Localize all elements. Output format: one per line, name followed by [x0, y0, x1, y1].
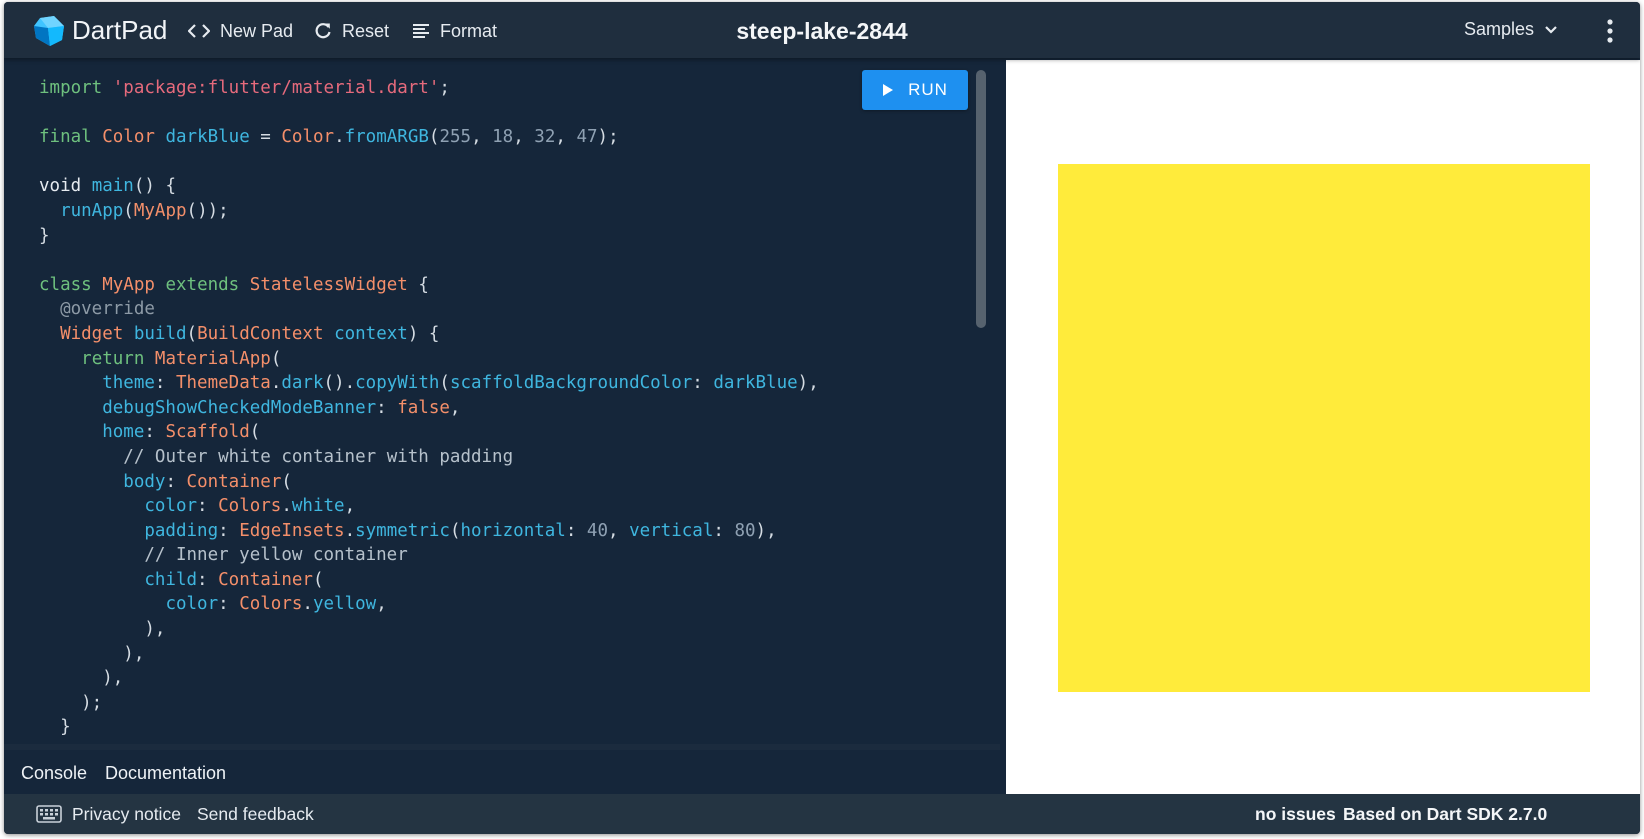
code-line: theme: ThemeData.dark().copyWith(scaffol…	[102, 373, 819, 394]
code-line: ),	[39, 619, 166, 640]
new-pad-button[interactable]: New Pad	[188, 19, 293, 43]
dart-logo-icon	[34, 16, 64, 46]
app-header: DartPad New Pad Reset Format steep-lake-…	[4, 2, 1640, 58]
code-line: // Outer white container with padding	[123, 446, 514, 467]
format-label: Format	[440, 20, 498, 41]
code-line: runApp(MyApp());	[60, 200, 229, 221]
code-line: color: Colors.yellow,	[165, 594, 387, 615]
code-line: // Inner yellow container	[144, 545, 408, 566]
tab-console[interactable]: Console	[21, 763, 87, 784]
code-line: body: Container(	[123, 471, 292, 492]
code-line: @override	[60, 299, 155, 320]
code-line: class MyApp extends StatelessWidget {	[39, 274, 429, 295]
yellow-container	[1058, 164, 1590, 692]
code-line: child: Container(	[144, 569, 324, 590]
code-text[interactable]: import 'package:flutter/material.dart'; …	[39, 76, 819, 740]
tab-documentation[interactable]: Documentation	[105, 763, 226, 784]
code-line: color: Colors.white,	[144, 496, 356, 517]
play-icon	[883, 84, 894, 96]
samples-label: Samples	[1464, 19, 1535, 39]
format-lines-icon	[413, 24, 429, 38]
code-line: debugShowCheckedModeBanner: false,	[102, 397, 461, 418]
code-line: return MaterialApp(	[81, 348, 282, 369]
code-line: ),	[39, 643, 145, 664]
samples-dropdown[interactable]: Samples	[1464, 19, 1558, 40]
send-feedback-link[interactable]: Send feedback	[197, 804, 314, 825]
issues-status: no issues	[1255, 804, 1336, 824]
privacy-notice-link[interactable]: Privacy notice	[72, 804, 181, 825]
code-line: padding: EdgeInsets.symmetric(horizontal…	[144, 520, 777, 541]
more-vert-icon[interactable]	[1598, 18, 1622, 44]
code-line: }	[39, 225, 50, 246]
chevron-down-icon	[1545, 25, 1557, 34]
run-label: RUN	[908, 80, 948, 99]
bottom-tabs: Console Documentation	[4, 744, 1000, 794]
code-line: Widget build(BuildContext context) {	[60, 323, 440, 344]
refresh-icon	[315, 23, 331, 39]
reset-button[interactable]: Reset	[314, 19, 389, 43]
code-line: );	[39, 692, 103, 713]
keyboard-icon[interactable]	[36, 805, 62, 823]
sdk-version: Based on Dart SDK 2.7.0	[1343, 804, 1548, 824]
code-line: final Color darkBlue = Color.fromARGB(25…	[39, 127, 619, 148]
code-editor[interactable]: import 'package:flutter/material.dart'; …	[4, 58, 1000, 744]
new-pad-label: New Pad	[220, 20, 294, 41]
output-panel	[1006, 60, 1640, 794]
format-button[interactable]: Format	[412, 19, 497, 43]
code-line: }	[39, 717, 71, 738]
code-line: void main() {	[39, 176, 177, 197]
code-line: ),	[39, 668, 124, 689]
code-line: import 'package:flutter/material.dart';	[39, 78, 450, 98]
reset-label: Reset	[342, 20, 390, 41]
status-footer: Privacy notice Send feedback no issues B…	[4, 794, 1640, 834]
code-brackets-icon	[188, 24, 210, 38]
editor-scrollbar-thumb[interactable]	[976, 70, 986, 328]
dartpad-window: DartPad New Pad Reset Format steep-lake-…	[4, 2, 1640, 834]
run-button[interactable]: RUN	[862, 70, 968, 110]
pad-name[interactable]: steep-lake-2844	[736, 18, 907, 44]
code-line: home: Scaffold(	[102, 422, 261, 443]
app-brand: DartPad	[72, 15, 168, 45]
